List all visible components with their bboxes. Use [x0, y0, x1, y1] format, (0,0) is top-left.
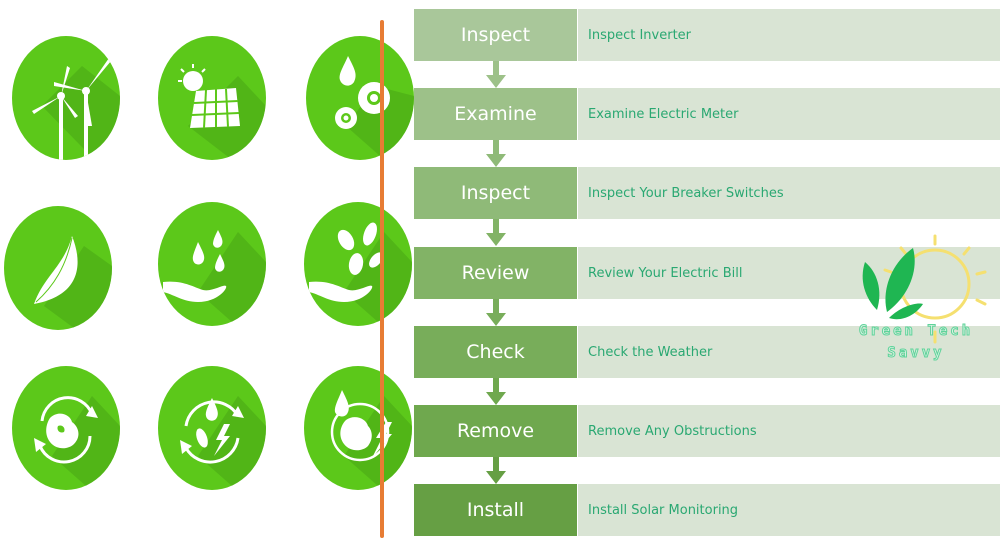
- down-arrow-icon: [486, 378, 506, 405]
- down-arrow-icon: [486, 457, 506, 484]
- logo-text: Green Tech Savvy: [846, 320, 986, 364]
- step-box: Review: [414, 247, 577, 299]
- down-arrow-icon: [486, 61, 506, 88]
- down-arrow-icon: [486, 219, 506, 246]
- down-arrow-icon: [486, 299, 506, 326]
- step-description: Inspect Inverter: [578, 9, 1000, 61]
- water-gears-icon: [306, 36, 414, 160]
- logo-line-1: Green Tech: [858, 323, 974, 340]
- step-box: Inspect: [414, 167, 577, 219]
- step-description: Inspect Your Breaker Switches: [578, 167, 1000, 219]
- water-leaf-energy-cycle-icon: [158, 366, 266, 490]
- step-box: Check: [414, 326, 577, 378]
- step-box: Install: [414, 484, 577, 536]
- hand-water-drops-icon: [158, 202, 266, 326]
- earth-water-energy-icon: [304, 366, 412, 490]
- step-box: Remove: [414, 405, 577, 457]
- step-box: Inspect: [414, 9, 577, 61]
- step-description: Remove Any Obstructions: [578, 405, 1000, 457]
- leaf-icon: [4, 206, 112, 330]
- earth-recycle-icon: [12, 366, 120, 490]
- step-box: Examine: [414, 88, 577, 140]
- down-arrow-icon: [486, 140, 506, 167]
- step-description: Install Solar Monitoring: [578, 484, 1000, 536]
- hand-leaves-icon: [304, 202, 412, 326]
- divider-line: [380, 20, 384, 538]
- wind-turbine-icon: [12, 36, 120, 160]
- step-description: Examine Electric Meter: [578, 88, 1000, 140]
- solar-panel-icon: [158, 36, 266, 160]
- logo-line-2: Savvy: [887, 345, 945, 362]
